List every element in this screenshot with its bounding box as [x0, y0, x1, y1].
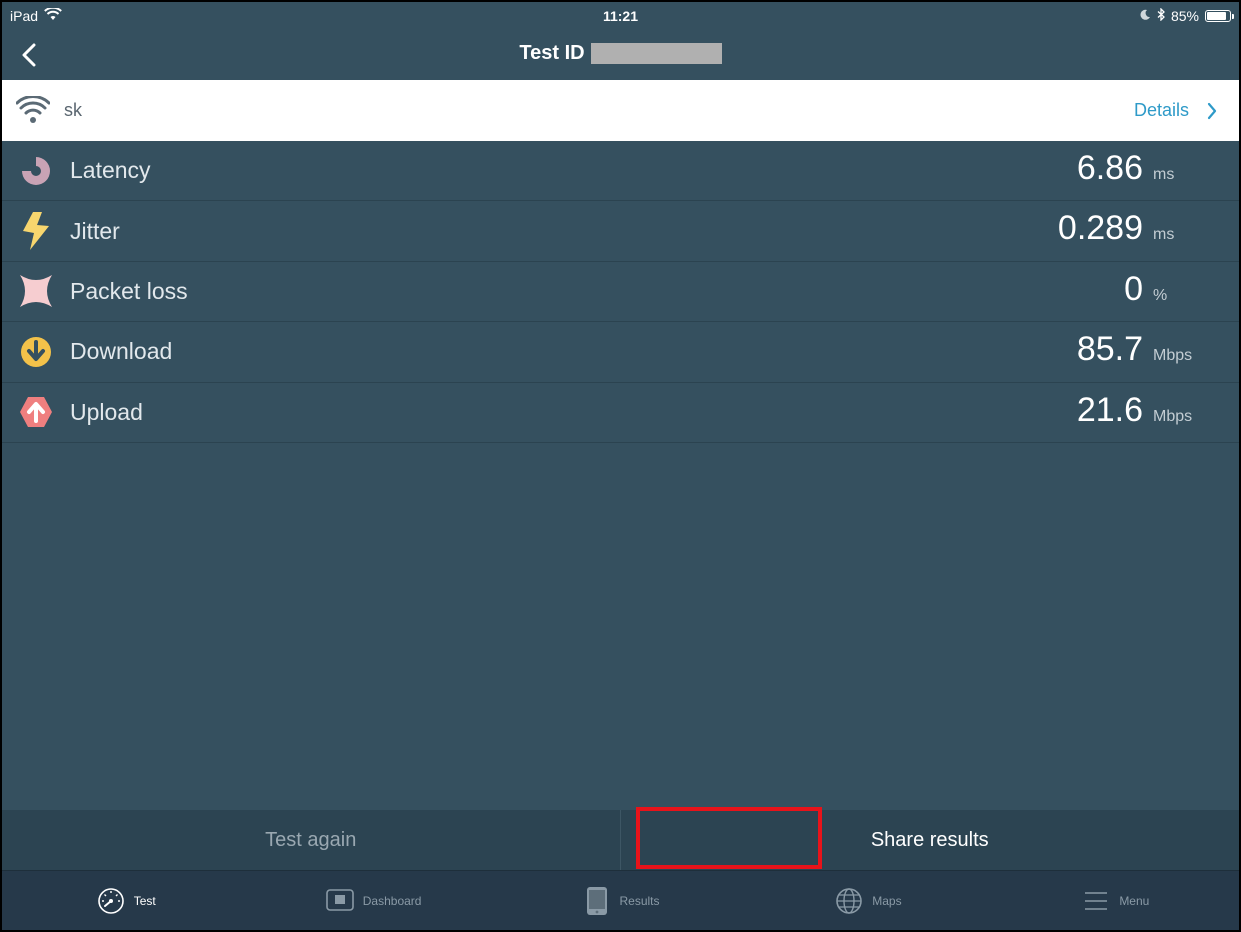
- metric-unit: Mbps: [1153, 347, 1193, 365]
- network-info-row: sk Details: [2, 80, 1239, 141]
- metric-label: Upload: [70, 398, 143, 425]
- tab-label: Maps: [872, 893, 902, 908]
- metric-row-jitter: Jitter 0.289 ms: [2, 201, 1239, 262]
- clock: 11:21: [602, 8, 639, 24]
- tab-label: Results: [619, 893, 660, 908]
- metric-label: Latency: [70, 157, 151, 184]
- metric-unit: Mbps: [1153, 407, 1193, 425]
- packet-loss-icon: [18, 273, 54, 309]
- details-label: Details: [1133, 100, 1189, 120]
- lightning-icon: [18, 212, 54, 251]
- tab-bar: Test Dashboard Results Maps Menu: [2, 870, 1239, 930]
- metric-label: Download: [70, 338, 173, 365]
- speedometer-icon: [96, 886, 126, 916]
- metric-row-download: Download 85.7 Mbps: [2, 322, 1239, 383]
- tablet-icon: [582, 886, 612, 916]
- download-icon: [18, 334, 54, 370]
- tab-label: Test: [133, 893, 156, 908]
- metric-value: 21.6: [1076, 390, 1143, 429]
- share-results-button[interactable]: Share results: [621, 810, 1240, 870]
- latency-icon: [18, 153, 54, 189]
- tab-label: Menu: [1119, 893, 1150, 908]
- metric-value: 0.289: [1057, 209, 1143, 248]
- redacted-test-id: [590, 43, 722, 64]
- metric-row-packet-loss: Packet loss 0 %: [2, 262, 1239, 323]
- action-bar: Test again Share results: [2, 810, 1239, 870]
- chevron-right-icon: [1207, 102, 1217, 119]
- moon-icon: [1139, 8, 1151, 24]
- metric-value: 0: [1124, 269, 1143, 308]
- hamburger-icon: [1081, 886, 1111, 916]
- status-bar: iPad 11:21 85%: [2, 2, 1239, 30]
- metric-label: Jitter: [70, 217, 120, 244]
- tab-test[interactable]: Test: [2, 871, 249, 930]
- tab-menu[interactable]: Menu: [992, 871, 1239, 930]
- bluetooth-icon: [1157, 7, 1165, 24]
- metric-unit: %: [1153, 286, 1168, 304]
- tab-label: Dashboard: [362, 893, 422, 908]
- network-name: sk: [64, 100, 82, 120]
- metric-label: Packet loss: [70, 277, 188, 304]
- metric-unit: ms: [1153, 226, 1175, 244]
- tab-results[interactable]: Results: [497, 871, 744, 930]
- details-button[interactable]: Details: [1134, 80, 1217, 141]
- page-title: Test ID: [2, 42, 1239, 65]
- wifi-icon: [16, 95, 50, 123]
- page-title-text: Test ID: [519, 42, 585, 64]
- metric-row-latency: Latency 6.86 ms: [2, 141, 1239, 202]
- tab-maps[interactable]: Maps: [744, 871, 991, 930]
- test-again-button[interactable]: Test again: [2, 810, 621, 870]
- app-screen: iPad 11:21 85% Test ID sk Details Latenc…: [2, 2, 1239, 930]
- upload-icon: [18, 394, 54, 430]
- navigation-bar: Test ID: [2, 30, 1239, 80]
- metric-row-upload: Upload 21.6 Mbps: [2, 383, 1239, 443]
- metric-value: 6.86: [1076, 149, 1143, 187]
- tab-dashboard[interactable]: Dashboard: [249, 871, 496, 930]
- globe-icon: [834, 886, 864, 916]
- battery-level: [1207, 12, 1226, 20]
- battery-icon: [1205, 10, 1234, 22]
- metric-value: 85.7: [1076, 330, 1143, 369]
- metric-unit: ms: [1153, 166, 1175, 183]
- dashboard-icon: [325, 886, 355, 916]
- metrics-list: Latency 6.86 ms Jitter 0.289 ms Packet l…: [2, 141, 1239, 443]
- battery-percent: 85%: [1170, 8, 1199, 24]
